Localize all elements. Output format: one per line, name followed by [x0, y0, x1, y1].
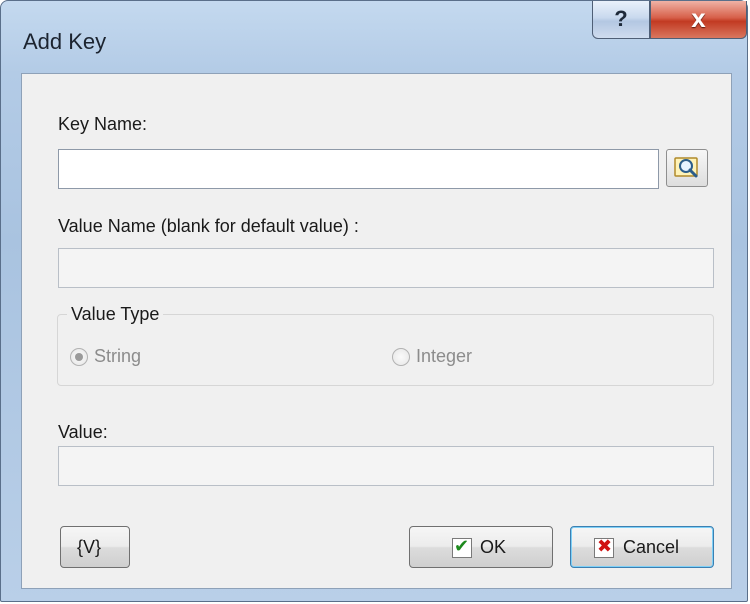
integer-radio-label[interactable]: Integer — [416, 346, 472, 367]
title-bar[interactable]: Add Key ? x — [1, 1, 749, 81]
red-x-icon: ✖ — [594, 536, 614, 558]
checkmark-icon: ✔ — [452, 536, 472, 558]
string-radio-label[interactable]: String — [94, 346, 141, 367]
value-input[interactable] — [58, 446, 714, 486]
cancel-button[interactable]: ✖ Cancel — [570, 526, 714, 568]
window-title: Add Key — [23, 29, 107, 54]
variables-button[interactable]: {V} — [60, 526, 130, 568]
ok-button-label: OK — [480, 537, 507, 557]
browse-registry-button[interactable] — [666, 149, 708, 187]
close-icon: x — [691, 3, 706, 33]
close-button[interactable]: x — [650, 1, 747, 39]
value-label: Value: — [58, 422, 108, 442]
value-type-legend: Value Type — [67, 304, 164, 325]
variables-button-label: {V} — [77, 537, 102, 557]
dialog-window: Add Key ? x Key Name: Value Name (blank … — [0, 0, 748, 602]
value-name-input[interactable] — [58, 248, 714, 288]
dialog-body: Key Name: Value Name (blank for default … — [21, 73, 732, 589]
help-button[interactable]: ? — [592, 1, 650, 39]
value-name-label: Value Name (blank for default value) : — [58, 216, 359, 236]
ok-button[interactable]: ✔ OK — [409, 526, 553, 568]
magnifier-icon — [674, 157, 698, 178]
string-radio[interactable] — [70, 348, 88, 366]
integer-radio[interactable] — [392, 348, 410, 366]
key-name-input[interactable] — [58, 149, 659, 189]
key-name-label: Key Name: — [58, 114, 148, 134]
help-icon: ? — [614, 6, 628, 31]
radio-selected-dot — [75, 353, 83, 361]
cancel-button-label: Cancel — [623, 537, 680, 557]
